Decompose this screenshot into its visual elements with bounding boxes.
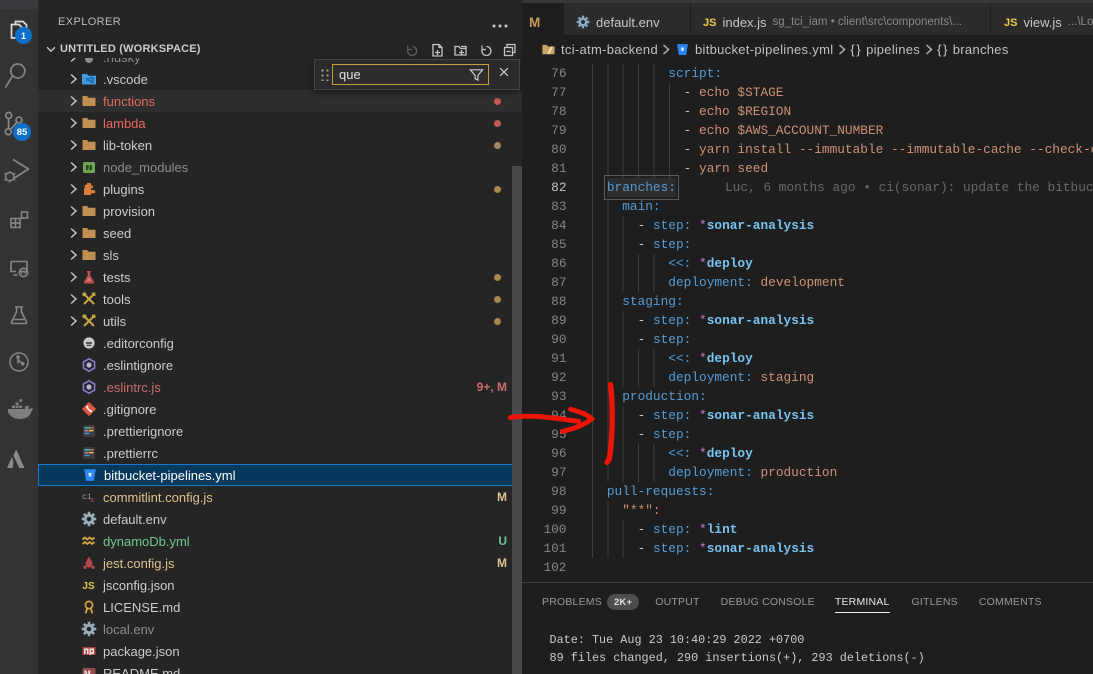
svg-text:x: x [91, 497, 95, 504]
svg-text:M: M [84, 670, 91, 674]
svg-text:JS: JS [82, 581, 95, 592]
